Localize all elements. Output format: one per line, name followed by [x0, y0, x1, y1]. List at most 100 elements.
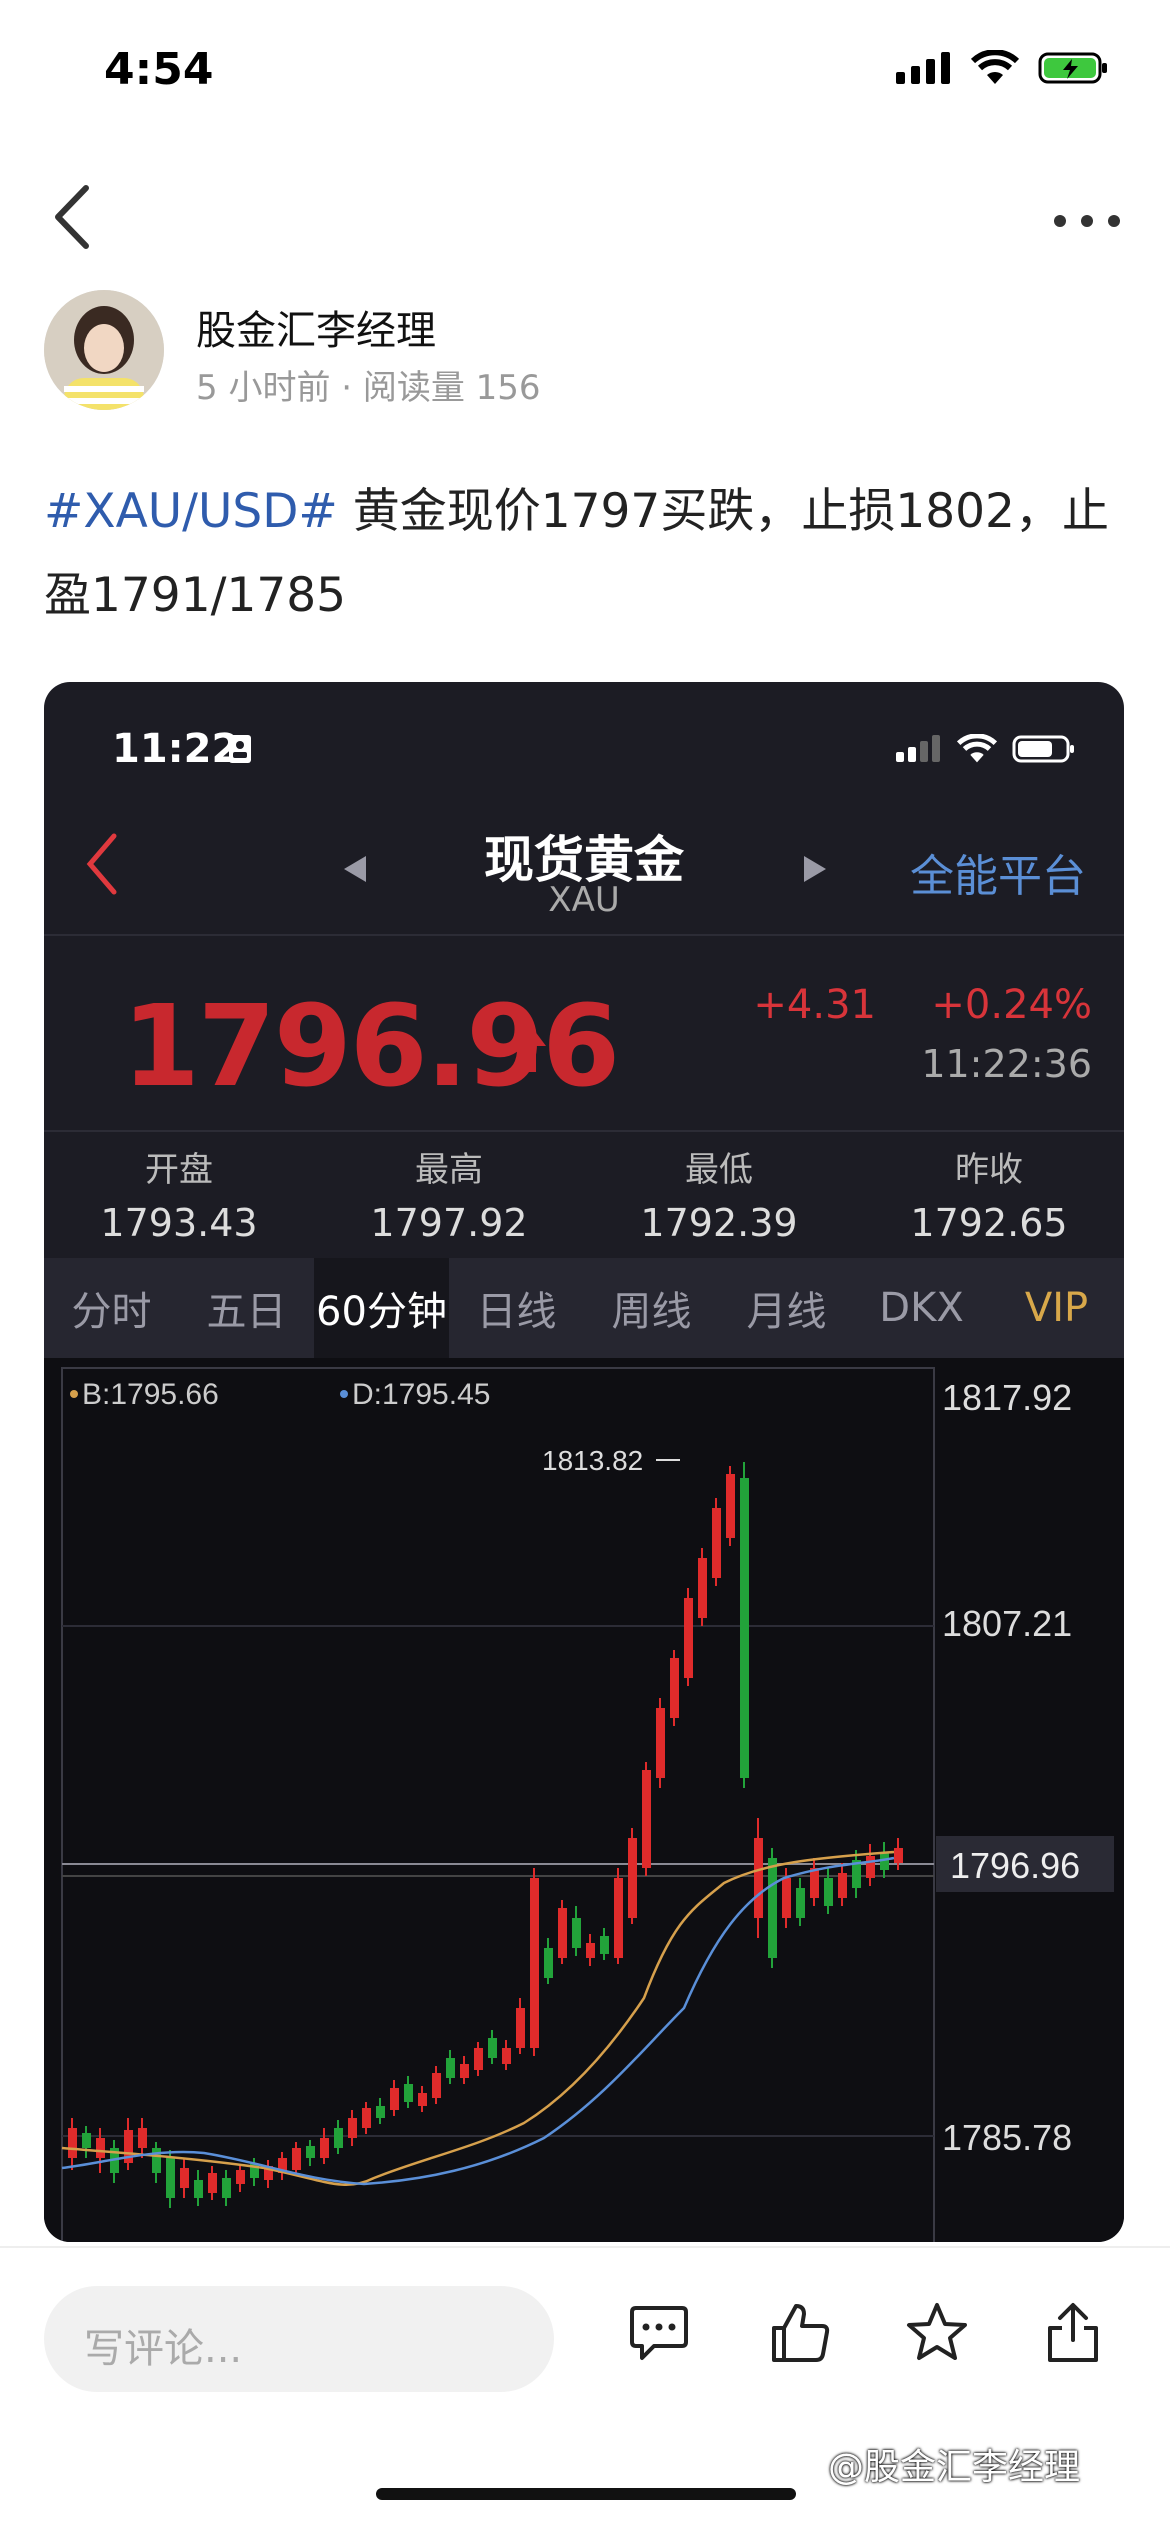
tab-dkx[interactable]: DKX	[854, 1258, 989, 1358]
tab-weekly[interactable]: 周线	[584, 1258, 719, 1358]
candle-body	[894, 1848, 903, 1863]
tab-monthly[interactable]: 月线	[719, 1258, 854, 1358]
author-header: 股金汇李经理 5 小时前 · 阅读量 156	[44, 290, 1124, 410]
hashtag-link[interactable]: #XAU/USD#	[44, 484, 338, 539]
stat-label: 开盘	[145, 1150, 213, 1190]
candle-body	[376, 2106, 385, 2118]
post-text: #XAU/USD# 黄金现价1797买跌，止损1802，止盈1791/1785	[44, 470, 1124, 638]
stat-label: 最低	[685, 1150, 753, 1190]
candle-body	[208, 2173, 217, 2193]
legend-d-dot	[340, 1390, 348, 1398]
stat-value: 1797.92	[370, 1201, 528, 1245]
candle-body	[726, 1474, 735, 1538]
nav-bar	[0, 160, 1170, 270]
stat-high: 最高 1797.92	[314, 1142, 584, 1245]
author-name[interactable]: 股金汇李经理	[196, 298, 436, 356]
period-tabs: 分时 五日 60分钟 日线 周线 月线 DKX VIP	[44, 1258, 1124, 1358]
sim-card-icon	[228, 734, 252, 768]
candle-body	[586, 1943, 595, 1958]
more-options-button[interactable]	[1052, 196, 1122, 231]
candle-body	[460, 2064, 469, 2078]
change-pct: +0.24%	[931, 982, 1092, 1028]
candle-body	[628, 1838, 637, 1918]
y-label: 1785.78	[942, 2117, 1072, 2158]
avatar[interactable]	[44, 290, 164, 410]
battery-charging-icon	[1038, 52, 1107, 84]
chart-screenshot-image[interactable]: 11:22 现货黄金 XAU 全能平台 1796.96 +4.31 +0.24%…	[44, 682, 1124, 2242]
platform-label: 全能平台	[910, 851, 1086, 902]
candle-body	[712, 1508, 721, 1578]
price-change: +4.31 +0.24%	[753, 982, 1092, 1028]
candle-body	[670, 1658, 679, 1718]
candle-body	[614, 1878, 623, 1958]
y-label: 1807.21	[942, 1603, 1072, 1644]
candle-body	[558, 1908, 567, 1958]
candle-body	[796, 1888, 805, 1918]
candle-body	[222, 2178, 231, 2198]
stat-prev-close: 昨收 1792.65	[854, 1142, 1124, 1245]
candle-body	[334, 2128, 343, 2148]
chart-frame	[61, 1367, 935, 2242]
favorite-button[interactable]	[904, 2300, 970, 2370]
candle-body	[488, 2038, 497, 2058]
like-button[interactable]	[768, 2300, 834, 2370]
tab-daily[interactable]: 日线	[449, 1258, 584, 1358]
comments-button[interactable]	[626, 2300, 692, 2370]
candle-body	[684, 1598, 693, 1678]
stat-open: 开盘 1793.43	[44, 1142, 314, 1245]
tab-vip[interactable]: VIP	[989, 1258, 1124, 1358]
card-signal-icon	[896, 735, 940, 762]
comment-bubble-icon	[630, 2306, 688, 2360]
star-icon	[907, 2303, 967, 2360]
candle-body	[516, 2008, 525, 2048]
stat-low: 最低 1792.39	[584, 1142, 854, 1245]
status-icons	[896, 50, 1110, 86]
candle-body	[82, 2133, 91, 2148]
comment-input[interactable]: 写评论...	[44, 2286, 554, 2392]
candle-body	[782, 1878, 791, 1918]
candle-body	[320, 2138, 329, 2158]
tab-intraday[interactable]: 分时	[44, 1258, 179, 1358]
more-dots-icon	[1054, 215, 1120, 227]
candles-group	[68, 1462, 903, 2208]
candle-body	[502, 2048, 511, 2064]
card-status-icons	[896, 734, 1076, 764]
change-abs: +4.31	[753, 982, 876, 1028]
share-button[interactable]	[1040, 2300, 1106, 2370]
status-time: 4:54	[104, 44, 214, 95]
candle-body	[642, 1770, 651, 1868]
candle-body	[96, 2138, 105, 2158]
card-wifi-icon	[956, 734, 998, 763]
bottom-action-bar: 写评论... @股金汇李经理	[0, 2246, 1170, 2532]
stat-value: 1792.65	[910, 1201, 1068, 1245]
candle-body	[656, 1708, 665, 1778]
legend-d: D:1795.45	[352, 1378, 490, 1411]
post-meta: 5 小时前 · 阅读量 156	[196, 368, 541, 408]
candle-body	[138, 2128, 147, 2148]
wifi-icon	[970, 50, 1020, 84]
candle-body	[362, 2108, 371, 2128]
back-button[interactable]	[48, 182, 98, 256]
candle-body	[348, 2118, 357, 2138]
stat-value: 1792.39	[640, 1201, 798, 1245]
candle-body	[572, 1918, 581, 1948]
candle-body	[474, 2048, 483, 2070]
tab-five-day[interactable]: 五日	[179, 1258, 314, 1358]
candle-body	[544, 1948, 553, 1978]
candle-body	[698, 1558, 707, 1618]
quote-time: 11:22:36	[921, 1042, 1092, 1086]
chevron-left-icon	[55, 185, 89, 249]
stat-value: 1793.43	[100, 1201, 258, 1245]
candle-body	[432, 2073, 441, 2098]
candle-body	[810, 1868, 819, 1898]
home-indicator[interactable]	[376, 2488, 796, 2500]
tab-60min[interactable]: 60分钟	[314, 1258, 449, 1358]
candle-body	[404, 2084, 413, 2102]
candle-body	[768, 1858, 777, 1958]
avatar-image	[44, 290, 164, 410]
candle-body	[866, 1856, 875, 1878]
candlestick-chart: B:1795.66 D:1795.45 1813.82 1817.92 1807…	[44, 1358, 1124, 2242]
candle-body	[180, 2168, 189, 2188]
divider	[44, 1130, 1124, 1132]
candlestick-svg: B:1795.66 D:1795.45 1813.82 1817.92 1807…	[61, 1367, 1114, 2242]
